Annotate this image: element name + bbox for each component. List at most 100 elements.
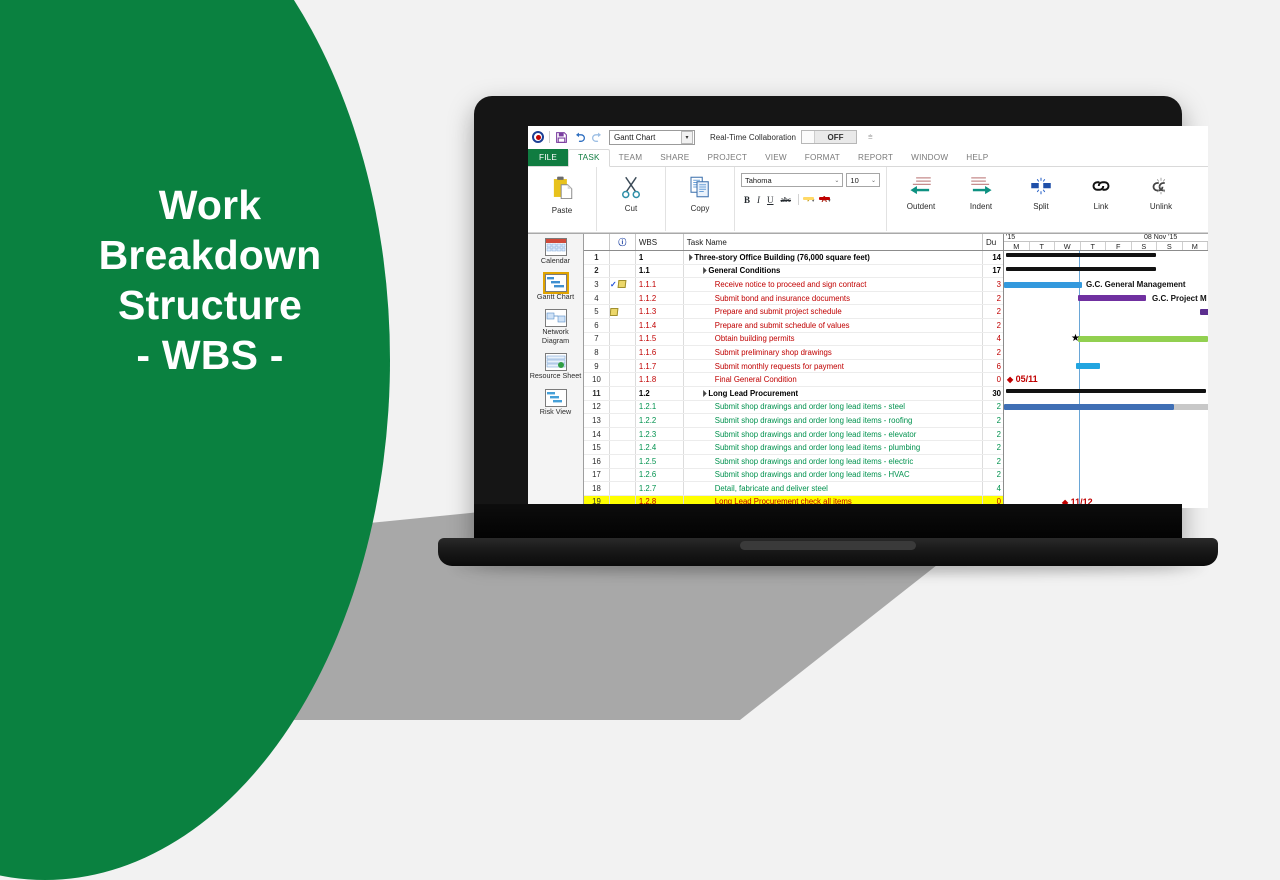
row-duration[interactable]: 2 (983, 401, 1003, 414)
row-wbs[interactable]: 1.1.1 (636, 278, 684, 291)
row-wbs[interactable]: 1.2.7 (636, 482, 684, 495)
tab-format[interactable]: FORMAT (796, 150, 849, 166)
sidebar-item-calendar[interactable]: Calendar (528, 238, 583, 266)
bold-button[interactable]: B (744, 195, 750, 205)
row-indicators[interactable] (610, 454, 636, 468)
row-id[interactable]: 19 (584, 495, 610, 508)
tab-project[interactable]: PROJECT (698, 150, 756, 166)
row-duration[interactable]: 2 (983, 292, 1003, 305)
row-task-name[interactable]: Long Lead Procurement check all items (684, 495, 984, 508)
row-duration[interactable]: 2 (983, 455, 1003, 468)
col-header-task-name[interactable]: Task Name (684, 234, 984, 250)
row-duration[interactable]: 2 (983, 346, 1003, 359)
table-row[interactable]: 16 1.2.5 Submit shop drawings and order lo… (584, 454, 1003, 469)
row-indicators[interactable] (610, 251, 636, 264)
row-id[interactable]: 3 (584, 278, 610, 291)
row-wbs[interactable]: 1.2.3 (636, 427, 684, 441)
table-row[interactable]: 13 1.2.2 Submit shop drawings and order lo… (584, 414, 1003, 428)
save-icon[interactable] (555, 131, 568, 144)
chevron-down-icon[interactable]: ⌄ (871, 177, 876, 184)
row-id[interactable]: 10 (584, 373, 610, 386)
col-header-duration[interactable]: Du (983, 234, 1003, 250)
row-duration[interactable]: 2 (983, 428, 1003, 441)
row-task-name[interactable]: Submit bond and insurance documents (684, 291, 984, 305)
note-icon[interactable] (609, 307, 619, 316)
row-wbs[interactable]: 1.1.3 (636, 305, 684, 318)
sidebar-item-resource-sheet[interactable]: Resource Sheet (528, 353, 583, 381)
row-task-name[interactable]: Submit shop drawings and order long lead… (684, 400, 984, 414)
row-indicators[interactable] (610, 427, 636, 441)
row-duration[interactable]: 0 (983, 373, 1003, 386)
tab-report[interactable]: REPORT (849, 150, 902, 166)
undo-icon[interactable] (573, 131, 586, 144)
project-orb-icon[interactable] (532, 131, 544, 143)
row-wbs[interactable]: 1.2.8 (636, 495, 684, 508)
font-color-button[interactable]: A ▾ (818, 195, 831, 204)
table-row[interactable]: 7 1.1.5 Obtain building permits 4 (584, 332, 1003, 347)
row-id[interactable]: 15 (584, 441, 610, 454)
row-wbs[interactable]: 1.1.5 (636, 332, 684, 346)
row-id[interactable]: 1 (584, 251, 610, 264)
row-indicators[interactable]: ✓ (610, 278, 636, 291)
row-wbs[interactable]: 1.1.4 (636, 318, 684, 332)
row-duration[interactable]: 2 (983, 469, 1003, 482)
row-indicators[interactable] (610, 264, 636, 278)
indent-button[interactable]: Indent (953, 171, 1009, 211)
row-indicators[interactable] (610, 482, 636, 495)
expand-collapse-icon[interactable]: ◢ (685, 253, 694, 262)
gantt-summary-bar[interactable] (1006, 389, 1206, 393)
row-indicators[interactable] (610, 386, 636, 400)
gantt-bar[interactable] (1004, 404, 1174, 411)
row-indicators[interactable] (610, 359, 636, 373)
row-duration[interactable]: 4 (983, 333, 1003, 346)
note-icon[interactable] (617, 280, 627, 289)
table-row[interactable]: 8 1.1.6 Submit preliminary shop drawings 2 (584, 346, 1003, 360)
row-task-name[interactable]: Submit shop drawings and order long lead… (684, 468, 984, 482)
table-row[interactable]: 12 1.2.1 Submit shop drawings and order lo… (584, 400, 1003, 415)
table-row[interactable]: 18 1.2.7 Detail, fabricate and deliver ste… (584, 482, 1003, 496)
row-indicators[interactable] (609, 305, 636, 318)
row-task-name[interactable]: Submit shop drawings and order long lead… (684, 414, 984, 427)
row-id[interactable]: 17 (584, 468, 610, 482)
gantt-bar[interactable] (1200, 308, 1208, 315)
gantt-bar[interactable] (1076, 363, 1100, 370)
tab-share[interactable]: SHARE (651, 150, 698, 166)
italic-button[interactable]: I (757, 195, 760, 205)
row-wbs[interactable]: 1.2.1 (636, 400, 684, 414)
row-id[interactable]: 12 (584, 400, 610, 414)
row-indicators[interactable] (610, 346, 636, 359)
row-id[interactable]: 2 (584, 264, 610, 278)
row-duration[interactable]: 30 (983, 387, 1003, 400)
table-row[interactable]: 15 1.2.4 Submit shop drawings and order lo… (584, 441, 1003, 455)
row-task-name[interactable]: Receive notice to proceed and sign contr… (684, 278, 984, 291)
table-row[interactable]: 2 1.1 ◢ General Conditions 17 (584, 264, 1003, 279)
table-row[interactable]: 9 1.1.7 Submit monthly requests for paymen… (584, 359, 1003, 374)
table-row[interactable]: 4 1.1.2 Submit bond and insurance document… (584, 291, 1003, 306)
table-row[interactable]: 3 ✓ 1.1.1 Receive notice to proceed and sig… (584, 278, 1003, 292)
row-task-name[interactable]: ◢ Three-story Office Building (76,000 squ… (684, 251, 984, 264)
row-id[interactable]: 16 (584, 454, 610, 468)
tab-team[interactable]: TEAM (610, 150, 652, 166)
table-row[interactable]: 14 1.2.3 Submit shop drawings and order lo… (584, 427, 1003, 442)
row-task-name[interactable]: Submit preliminary shop drawings (684, 346, 984, 359)
row-id[interactable]: 18 (584, 482, 610, 495)
gantt-bar[interactable] (1078, 336, 1208, 343)
row-indicators[interactable] (610, 373, 636, 386)
row-duration[interactable]: 2 (983, 305, 1003, 318)
sidebar-item-network-diagram[interactable]: Network Diagram (528, 309, 583, 345)
gantt-milestone[interactable]: ◆ 05/11 (1007, 374, 1038, 384)
chevron-down-icon[interactable]: ⌄ (834, 177, 839, 184)
table-row[interactable]: 17 1.2.6 Submit shop drawings and order lo… (584, 468, 1003, 483)
row-task-name[interactable]: ◢ Long Lead Procurement (684, 386, 984, 400)
row-task-name[interactable]: Obtain building permits (684, 332, 984, 346)
row-task-name[interactable]: ◢ General Conditions (684, 264, 984, 278)
table-row[interactable]: 10 1.1.8 Final General Condition 0 (584, 373, 1003, 387)
task-grid[interactable]: ⓘ WBS Task Name Du 1 1 ◢ Three-story Office… (584, 234, 1004, 508)
tab-help[interactable]: HELP (957, 150, 997, 166)
row-task-name[interactable]: Prepare and submit schedule of values (684, 318, 984, 332)
row-duration[interactable]: 2 (983, 319, 1003, 332)
row-id[interactable]: 13 (584, 414, 610, 427)
row-id[interactable]: 4 (584, 291, 610, 305)
underline-button[interactable]: U (767, 195, 774, 205)
gantt-summary-bar[interactable] (1006, 266, 1156, 271)
